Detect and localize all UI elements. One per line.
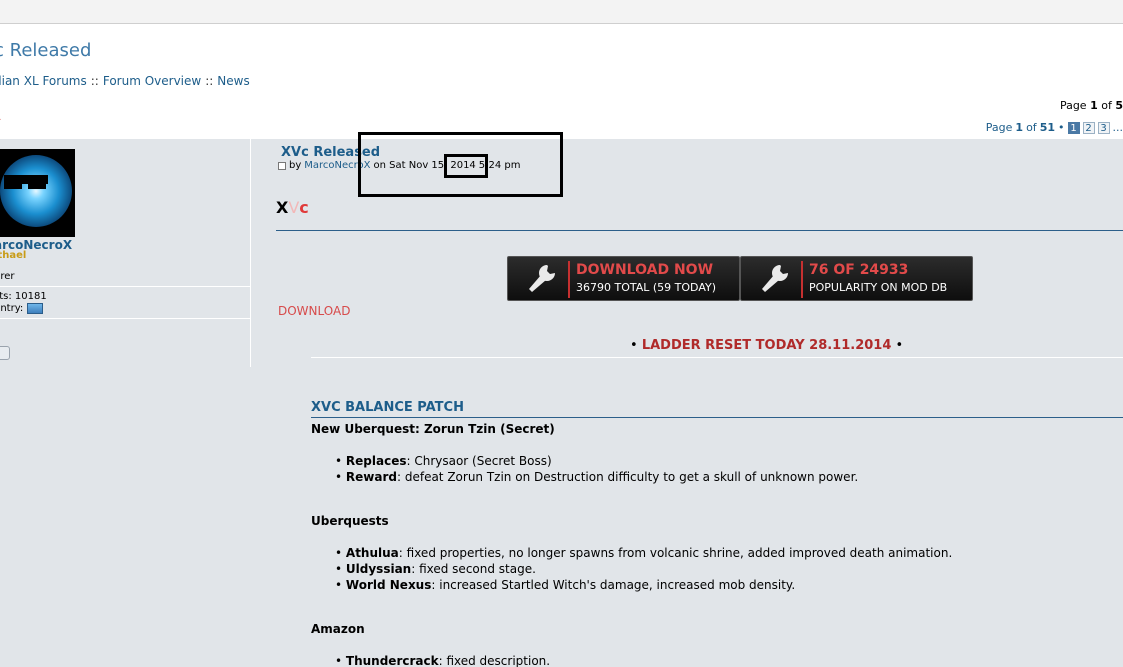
list-item: • Reward: defeat Zorun Tzin on Destructi… (335, 470, 859, 484)
page-info-of: of (1101, 99, 1112, 112)
section-heading: Amazon (311, 622, 365, 636)
author-posts: sts: 10181 (0, 291, 47, 302)
page-info-label: Page (1059, 99, 1087, 112)
author-country: untry: (0, 303, 44, 314)
section-heading: New Uberquest: Zorun Tzin (Secret) (311, 422, 555, 436)
list-item: • World Nexus: increased Startled Witch'… (335, 578, 796, 592)
badge-separator (801, 261, 803, 298)
download-now-badge[interactable]: DOWNLOAD NOW 36790 TOTAL (59 TODAY) (507, 256, 740, 301)
ladder-reset-notice: • LADDER RESET TODAY 28.11.2014 • (630, 338, 903, 353)
profile-divider (0, 286, 251, 287)
item-key: World Nexus (345, 578, 432, 592)
flag-icon (27, 303, 44, 314)
wrench-icon (516, 262, 566, 296)
pagination-more[interactable]: ... (1113, 121, 1123, 134)
page-button-3[interactable]: 3 (1097, 121, 1110, 134)
breadcrumb-forum-home[interactable]: dian XL Forums (0, 74, 87, 88)
browser-top-bar (0, 0, 1123, 24)
page-button-2[interactable]: 2 (1082, 121, 1095, 134)
pagination-current: 1 (1015, 121, 1024, 134)
annotation-year-box (444, 154, 488, 178)
author-rank: lthael (0, 250, 27, 261)
item-text: : fixed second stage. (411, 562, 536, 576)
pagination-dot: • (1058, 121, 1065, 134)
profile-icon[interactable] (0, 346, 10, 360)
item-text: : increased Startled Witch's damage, inc… (431, 578, 796, 592)
profile-divider (0, 318, 251, 319)
list-item: • Athulua: fixed properties, no longer s… (335, 546, 953, 560)
wrench-icon (749, 262, 799, 296)
item-key: Athulua (345, 546, 399, 560)
pagination-label: Page (985, 121, 1013, 134)
pagination: Page 1 of 51 • 1 2 3 ... (986, 121, 1123, 134)
item-key: Reward (345, 470, 397, 484)
item-key: Replaces (345, 454, 407, 468)
section-title: XVC BALANCE PATCH (311, 400, 464, 415)
country-label: untry: (0, 303, 24, 314)
badge-separator (568, 261, 570, 298)
avatar-sunglasses (4, 175, 48, 189)
badge-subtitle: 36790 TOTAL (59 TODAY) (576, 281, 717, 294)
author-rank-title: hrer (0, 271, 15, 282)
post-icon[interactable] (278, 161, 286, 170)
post-divider (276, 230, 1123, 231)
section-divider (311, 417, 1123, 418)
item-text: : defeat Zorun Tzin on Destruction diffi… (396, 470, 859, 484)
breadcrumb-separator: :: (90, 74, 99, 88)
badge-title: 76 OF 24933 (809, 262, 909, 278)
page-button-1[interactable]: 1 (1067, 121, 1080, 134)
posts-label: sts: (0, 291, 12, 302)
pagination-total: 51 (1039, 121, 1055, 134)
item-text: : fixed properties, no longer spawns fro… (398, 546, 953, 560)
item-key: Uldyssian (345, 562, 412, 576)
badge-title: DOWNLOAD NOW (576, 262, 714, 278)
ladder-bullet: • (895, 338, 904, 353)
section-heading: Uberquests (311, 514, 389, 528)
return-arrow-icon[interactable]: » (0, 112, 1, 126)
list-item: • Thundercrack: fixed description. (335, 654, 551, 667)
item-text: : Chrysaor (Secret Boss) (406, 454, 552, 468)
item-key: Thundercrack (345, 654, 439, 667)
logo-x: X (276, 198, 289, 217)
breadcrumb: dian XL Forums:: Forum Overview:: News (0, 74, 250, 88)
page-title: c Released (0, 40, 92, 61)
item-text: : fixed description. (438, 654, 551, 667)
ladder-text: LADDER RESET TODAY 28.11.2014 (641, 338, 892, 353)
breadcrumb-separator: :: (205, 74, 214, 88)
page-info-current: 1 (1090, 99, 1098, 112)
popularity-badge[interactable]: 76 OF 24933 POPULARITY ON MOD DB (740, 256, 973, 301)
avatar-orb (0, 155, 72, 227)
page-info-top: Page 1 of 5 (1060, 99, 1123, 112)
breadcrumb-news[interactable]: News (217, 74, 249, 88)
post-by: by (289, 160, 302, 171)
badge-subtitle: POPULARITY ON MOD DB (809, 281, 948, 294)
list-item: • Replaces: Chrysaor (Secret Boss) (335, 454, 552, 468)
ladder-divider (311, 357, 1123, 358)
page-info-total: 5 (1115, 99, 1123, 112)
pagination-of: of (1026, 121, 1037, 134)
download-link[interactable]: DOWNLOAD (278, 304, 350, 318)
list-item: • Uldyssian: fixed second stage. (335, 562, 536, 576)
posts-count: 10181 (14, 291, 47, 302)
breadcrumb-forum-overview[interactable]: Forum Overview (103, 74, 201, 88)
xvc-logo: XVc (276, 198, 309, 217)
logo-c: c (299, 198, 309, 217)
ladder-bullet: • (630, 338, 638, 353)
avatar-image[interactable] (0, 149, 75, 237)
logo-v: V (288, 198, 300, 217)
